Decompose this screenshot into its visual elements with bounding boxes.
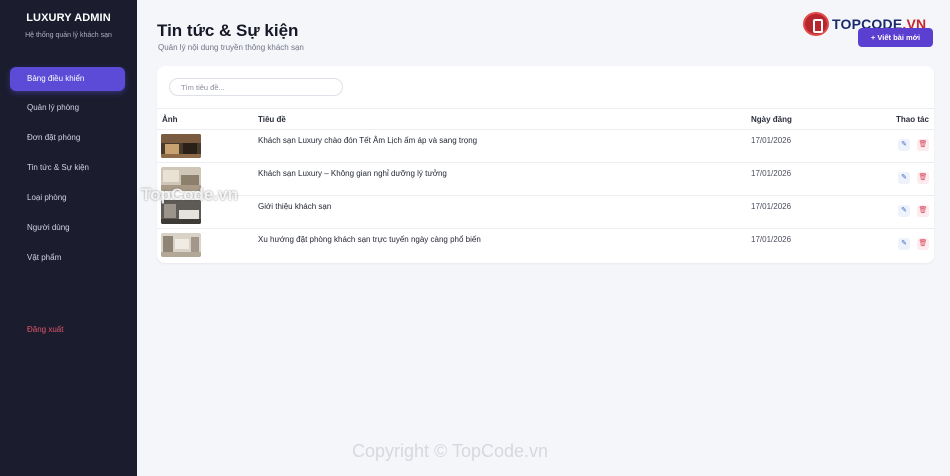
sidebar-item-room-types[interactable]: Loại phòng: [10, 186, 125, 210]
edit-icon[interactable]: ✎: [898, 205, 910, 217]
row-title[interactable]: Khách sạn Luxury – Không gian nghỉ dưỡng…: [258, 169, 447, 178]
watermark-copyright: Copyright © TopCode.vn: [352, 441, 549, 461]
trash-icon[interactable]: 🗑: [917, 238, 929, 250]
edit-icon[interactable]: ✎: [898, 172, 910, 184]
column-title: Tiêu đề: [258, 115, 286, 124]
news-table-card: Ảnh Tiêu đề Ngày đăng Thao tác Khách sạn…: [157, 66, 934, 263]
row-date: 17/01/2026: [751, 169, 792, 178]
thumbnail-image: [161, 233, 201, 257]
watermark-mid: TopCode.vn: [141, 185, 238, 204]
trash-icon[interactable]: 🗑: [917, 172, 929, 184]
trash-icon[interactable]: 🗑: [917, 139, 929, 151]
sidebar-item-news[interactable]: Tin tức & Sự kiện: [10, 156, 125, 180]
brand-subtitle: Hệ thống quản lý khách sạn: [25, 32, 112, 39]
column-actions: Thao tác: [896, 115, 929, 124]
column-date: Ngày đăng: [751, 115, 792, 124]
column-image: Ảnh: [162, 115, 178, 124]
sidebar-item-users[interactable]: Người dùng: [10, 216, 125, 240]
row-date: 17/01/2026: [751, 235, 792, 244]
sidebar-item-bookings[interactable]: Đơn đặt phòng: [10, 126, 125, 150]
page-title: Tin tức & Sự kiện: [157, 21, 299, 40]
row-title[interactable]: Giới thiệu khách sạn: [258, 202, 331, 211]
table-header: Ảnh Tiêu đề Ngày đăng Thao tác: [157, 108, 934, 130]
table-row: Khách sạn Luxury – Không gian nghỉ dưỡng…: [157, 163, 934, 196]
search-input[interactable]: [169, 78, 343, 96]
sidebar-item-items[interactable]: Vật phẩm: [10, 246, 125, 270]
topcode-logo-icon: [803, 12, 829, 36]
row-title[interactable]: Xu hướng đặt phòng khách sạn trực tuyến …: [258, 235, 481, 244]
row-title[interactable]: Khách sạn Luxury chào đón Tết Âm Lịch ấm…: [258, 136, 477, 145]
edit-icon[interactable]: ✎: [898, 139, 910, 151]
edit-icon[interactable]: ✎: [898, 238, 910, 250]
row-date: 17/01/2026: [751, 202, 792, 211]
table-row: Khách sạn Luxury chào đón Tết Âm Lịch ấm…: [157, 130, 934, 163]
table-row: Giới thiệu khách sạn 17/01/2026 ✎ 🗑: [157, 196, 934, 229]
logout-link[interactable]: Đăng xuất: [27, 325, 63, 334]
trash-icon[interactable]: 🗑: [917, 205, 929, 217]
sidebar-item-rooms[interactable]: Quản lý phòng: [10, 96, 125, 120]
row-date: 17/01/2026: [751, 136, 792, 145]
sidebar: LUXURY ADMIN Hệ thống quản lý khách sạn …: [0, 0, 137, 476]
brand-title: LUXURY ADMIN: [26, 12, 111, 24]
page-subtitle: Quản lý nội dung truyền thông khách sạn: [158, 43, 304, 52]
new-post-button[interactable]: + Viết bài mới: [858, 28, 933, 47]
table-row: Xu hướng đặt phòng khách sạn trực tuyến …: [157, 229, 934, 262]
thumbnail-image: [161, 134, 201, 158]
sidebar-item-dashboard[interactable]: Bảng điều khiển: [10, 67, 125, 91]
